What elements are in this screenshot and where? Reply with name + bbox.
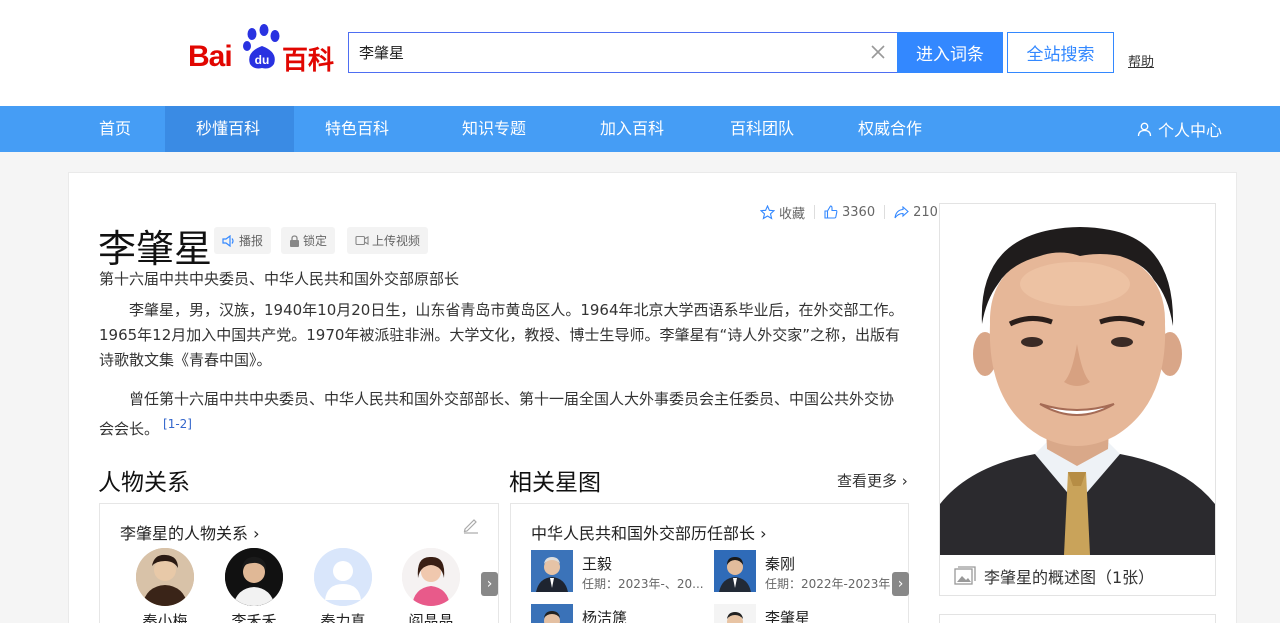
reference-link[interactable]: [1-2]: [163, 417, 192, 431]
paw-icon: du: [243, 24, 280, 69]
chevron-right-icon: ›: [760, 524, 767, 543]
header: Bai du 百科 进入词条 全站搜索 帮助: [0, 0, 1280, 106]
minister-name-1[interactable]: 王毅: [582, 553, 612, 574]
avatar-person-1[interactable]: [136, 548, 194, 606]
thumbs-up-icon: [824, 205, 838, 219]
share-button[interactable]: 210: [894, 205, 938, 220]
star-map-section-title: 相关星图: [509, 470, 601, 496]
upload-video-label: 上传视频: [372, 234, 421, 248]
star-map-next-button[interactable]: ›: [892, 572, 909, 596]
relation-name-3[interactable]: 秦力真: [303, 610, 383, 623]
user-icon: [1137, 122, 1152, 136]
like-button[interactable]: 3360: [824, 205, 875, 220]
nav-item-team[interactable]: 百科团队: [730, 106, 794, 152]
relations-next-button[interactable]: ›: [481, 572, 498, 596]
star-map-panel-title[interactable]: 中华人民共和国外交部历任部长 ›: [531, 520, 767, 544]
relation-name-1[interactable]: 秦小梅: [125, 610, 205, 623]
share-count: 210: [913, 204, 938, 220]
nav-item-home[interactable]: 首页: [99, 106, 131, 152]
search-input[interactable]: [349, 33, 849, 72]
chevron-right-icon: ›: [897, 576, 904, 592]
person-photo-icon: [225, 548, 283, 606]
user-center-link[interactable]: 个人中心: [1137, 106, 1222, 152]
minister-photo-4[interactable]: [714, 604, 756, 623]
summary-photo[interactable]: [940, 204, 1215, 555]
favorite-label: 收藏: [779, 206, 806, 222]
relations-section-title: 人物关系: [98, 470, 190, 496]
close-icon[interactable]: [869, 43, 887, 61]
minister-name-4[interactable]: 李肇星: [765, 607, 810, 623]
lock-icon: [290, 234, 299, 247]
image-icon: [954, 566, 976, 585]
entry-subtitle: 第十六届中共中央委员、中华人民共和国外交部原部长: [99, 270, 460, 288]
portrait-image: [940, 204, 1215, 555]
relation-name-4[interactable]: 阎晶晶: [391, 610, 471, 623]
share-icon: [894, 205, 909, 218]
like-count: 3360: [842, 204, 876, 220]
entry-title: 李肇星: [98, 227, 213, 271]
nav-item-featured[interactable]: 特色百科: [325, 106, 389, 152]
relation-name-2[interactable]: 李禾禾: [214, 610, 294, 623]
logo-bai-text: Bai: [188, 40, 233, 73]
chevron-right-icon: ›: [253, 524, 260, 543]
see-more-label: 查看更多: [837, 472, 898, 490]
entry-actions: 收藏 3360 210: [760, 203, 938, 222]
minister-term-2: 任期：2022年-2023年: [765, 577, 891, 591]
star-map-panel-title-text: 中华人民共和国外交部历任部长: [531, 524, 756, 543]
broadcast-button[interactable]: 播报: [214, 227, 272, 254]
see-more-link[interactable]: 查看更多 ›: [837, 470, 908, 491]
main-nav: 首页 秒懂百科 特色百科 知识专题 加入百科 百科团队 权威合作 个人中心: [0, 106, 1280, 152]
minister-photo-1[interactable]: [531, 550, 573, 592]
minister-name-2[interactable]: 秦刚: [765, 553, 795, 574]
nav-item-cooperation[interactable]: 权威合作: [858, 106, 922, 152]
broadcast-label: 播报: [239, 234, 264, 248]
enter-entry-button[interactable]: 进入词条: [897, 32, 1003, 73]
logo-du-text: du: [255, 53, 270, 67]
person-photo-icon: [714, 604, 756, 623]
side-card: [939, 614, 1216, 623]
minister-photo-3[interactable]: [531, 604, 573, 623]
chevron-right-icon: ›: [901, 472, 908, 490]
lock-button[interactable]: 锁定: [281, 227, 336, 254]
photo-caption-text: 李肇星的概述图（1张）: [984, 568, 1155, 587]
star-icon: [760, 204, 775, 220]
relations-panel-title[interactable]: 李肇星的人物关系 ›: [120, 520, 260, 544]
summary-paragraph-2-text: 曾任第十六届中共中央委员、中华人民共和国外交部部长、第十一届全国人大外事委员会主…: [99, 390, 895, 438]
summary-paragraph-2: 曾任第十六届中共中央委员、中华人民共和国外交部部长、第十一届全国人大外事委员会主…: [99, 387, 899, 442]
minister-term-1: 任期：2023年-、20...: [582, 577, 704, 591]
avatar-person-2[interactable]: [225, 548, 283, 606]
user-center-label: 个人中心: [1157, 121, 1222, 140]
baidu-baike-logo[interactable]: Bai du 百科: [188, 24, 336, 76]
summary-paragraph-1: 李肇星，男，汉族，1940年10月20日生，山东省青岛市黄岛区人。1964年北京…: [99, 301, 904, 369]
summary-photo-card[interactable]: 李肇星的概述图（1张）: [939, 203, 1216, 596]
person-photo-icon: [402, 548, 460, 606]
edit-icon[interactable]: [462, 516, 480, 534]
avatar-person-4[interactable]: [402, 548, 460, 606]
person-photo-icon: [531, 550, 573, 592]
lock-label: 锁定: [303, 234, 328, 248]
nav-item-topics[interactable]: 知识专题: [462, 106, 526, 152]
favorite-button[interactable]: 收藏: [760, 203, 805, 222]
site-search-button[interactable]: 全站搜索: [1007, 32, 1114, 73]
logo-baike-text: 百科: [282, 46, 335, 76]
chevron-right-icon: ›: [486, 576, 493, 592]
nav-item-miaodong[interactable]: 秒懂百科: [165, 106, 294, 152]
upload-video-button[interactable]: 上传视频: [347, 227, 429, 254]
photo-caption[interactable]: 李肇星的概述图（1张）: [954, 564, 1154, 588]
relations-panel-title-text: 李肇星的人物关系: [120, 524, 249, 543]
help-link[interactable]: 帮助: [1128, 51, 1154, 70]
person-photo-icon: [136, 548, 194, 606]
person-photo-icon: [531, 604, 573, 623]
video-icon: [355, 235, 369, 246]
person-photo-icon: [714, 550, 756, 592]
nav-item-join[interactable]: 加入百科: [600, 106, 664, 152]
minister-name-3[interactable]: 杨洁篪: [582, 607, 627, 623]
avatar-person-3[interactable]: [314, 548, 372, 606]
default-avatar-icon: [314, 548, 372, 606]
speaker-icon: [222, 234, 234, 247]
search-box: [348, 32, 897, 73]
minister-photo-2[interactable]: [714, 550, 756, 592]
